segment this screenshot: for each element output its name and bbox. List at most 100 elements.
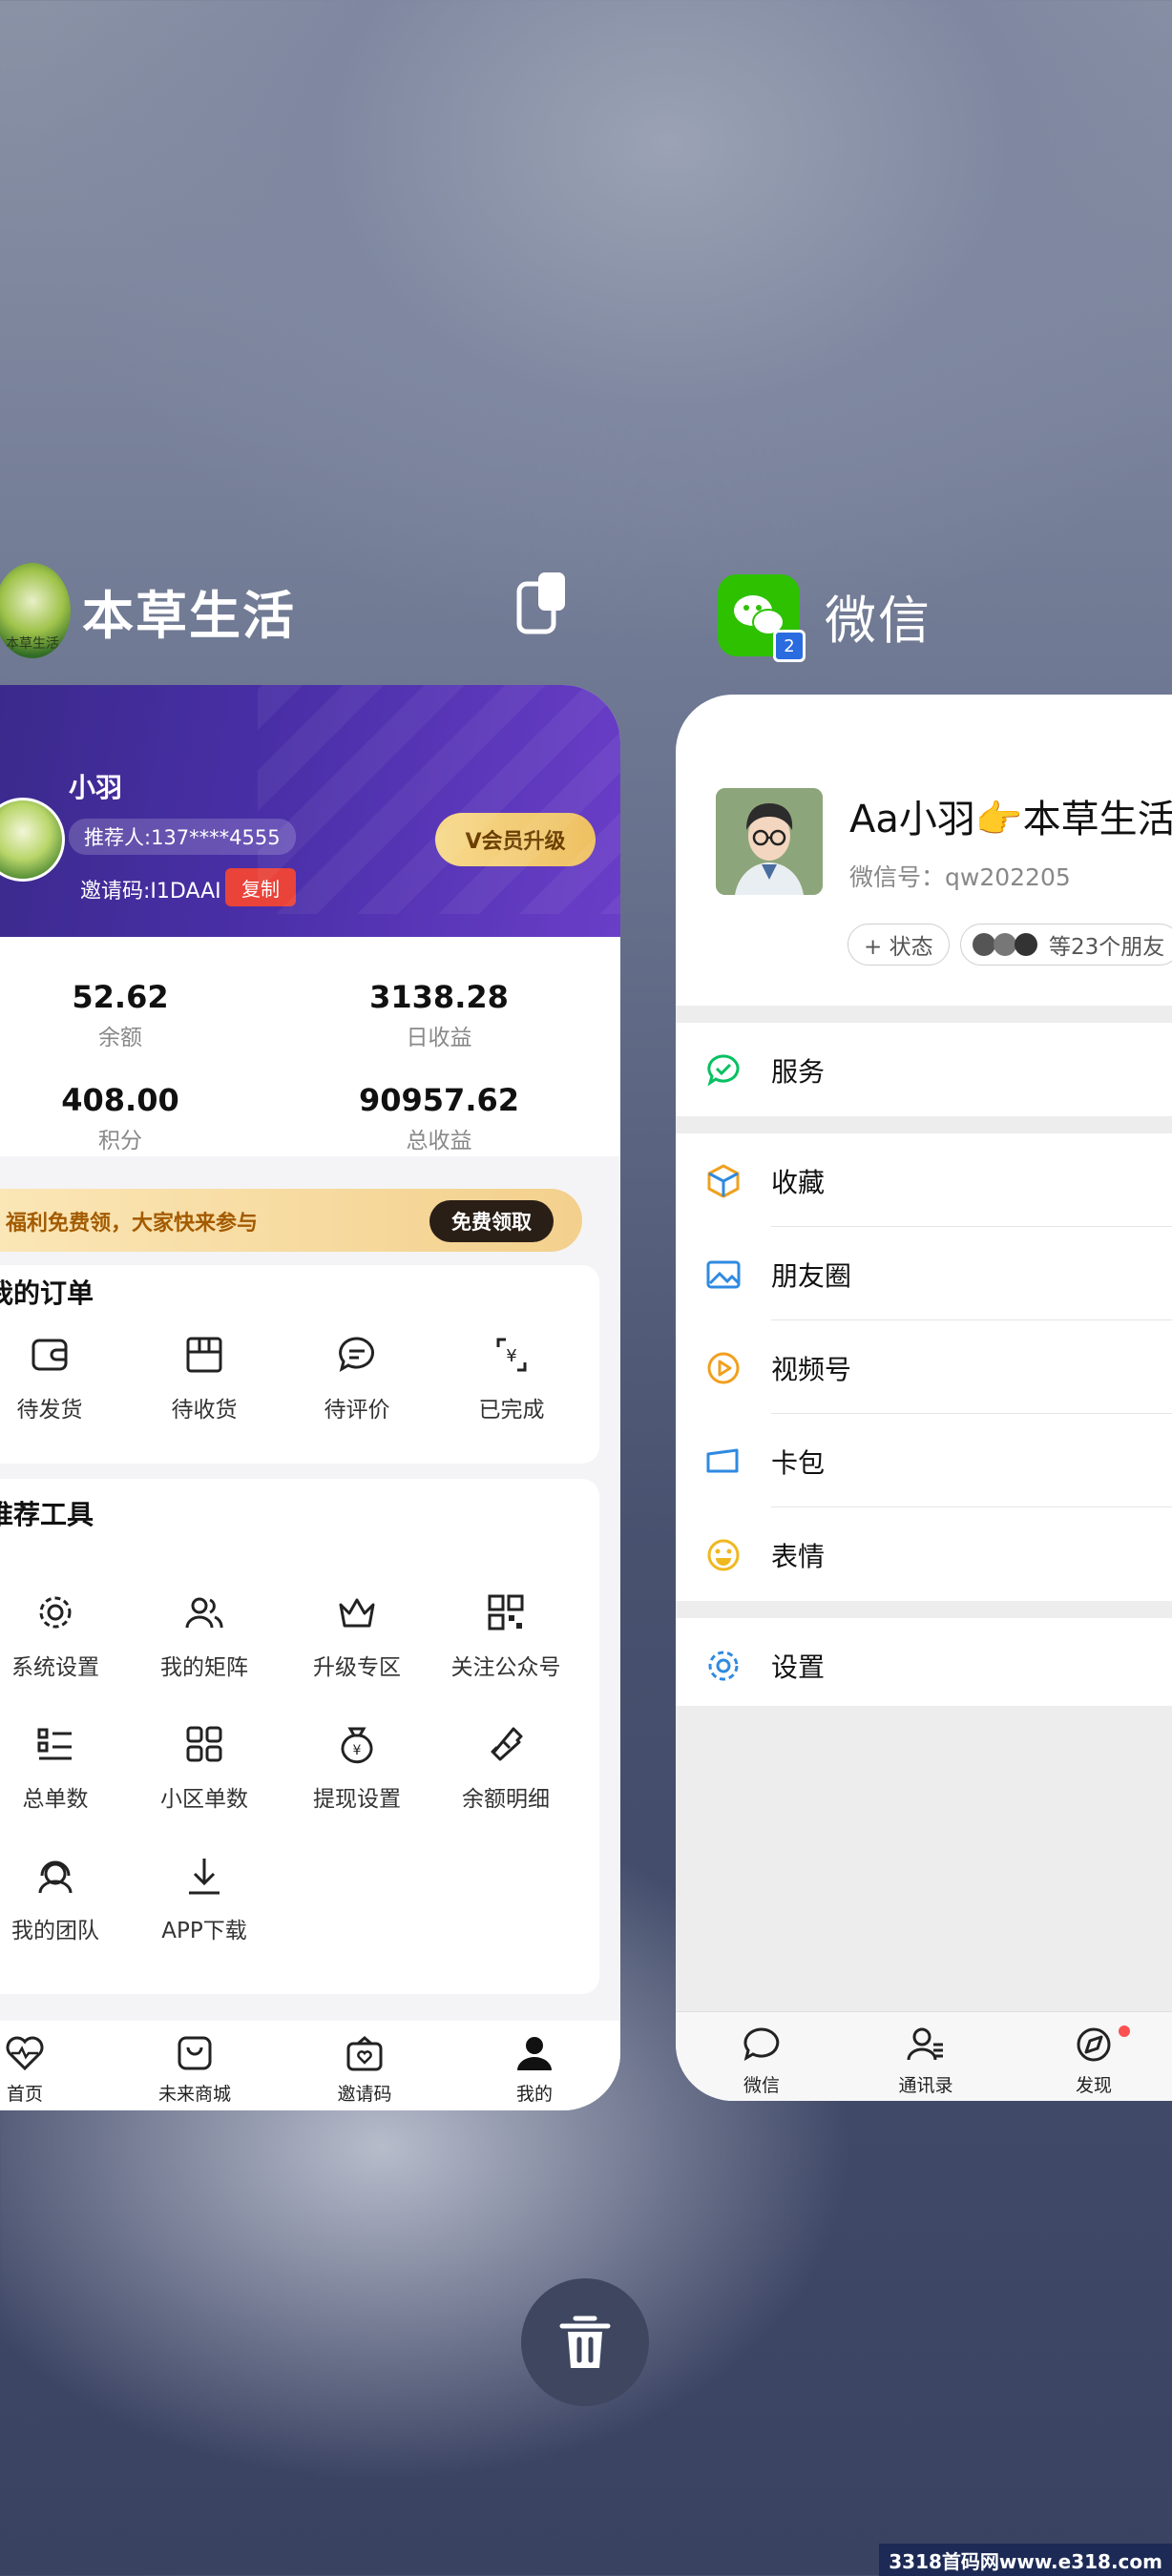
stat-balance[interactable]: 52.62 余额 [0,979,263,1051]
wechat-tabbar: 微信 通讯录 发现 [676,2011,1172,2101]
yuan-exchange-icon: ¥ [496,1338,527,1372]
gear-icon [39,1596,72,1629]
watermark: 3318首码网www.e318.com [879,2544,1172,2576]
crown-icon [339,1598,375,1628]
menu-channels[interactable]: 视频号 [676,1320,1172,1414]
tool-withdraw-settings[interactable]: ¥ 提现设置 [290,1723,424,1813]
menu-service[interactable]: 服务 [676,1023,1172,1116]
menu-moments[interactable]: 朋友圈 [676,1227,1172,1320]
wechat-app-name: 微信 [825,590,931,651]
friend-avatars-icon [973,933,1037,956]
wechat-logo: 2 [718,574,806,662]
package-icon [186,1337,222,1373]
gift-heart-icon [346,2036,383,2071]
cartoon-avatar-icon [716,788,823,895]
friends-chip[interactable]: 等23个朋友 [960,924,1172,966]
stat-total-income[interactable]: 90957.62 总收益 [296,1082,582,1154]
section-divider [676,1116,1172,1133]
ticket-icon [491,1727,523,1761]
wallet-icon [31,1339,68,1371]
tool-system-settings[interactable]: 系统设置 [0,1591,122,1681]
tab-chats[interactable]: 微信 [704,2025,819,2097]
status-chip[interactable]: + 状态 [848,924,950,966]
headset-icon [38,1860,73,1894]
menu-stickers[interactable]: 表情 [676,1507,1172,1601]
stat-daily-income[interactable]: 3138.28 日收益 [296,979,582,1051]
referrer-badge: 推荐人:137****4555 [69,819,296,855]
tool-my-matrix[interactable]: 我的矩阵 [137,1591,271,1681]
tab-home[interactable]: 首页 [0,2034,82,2106]
heartbeat-icon [6,2036,44,2071]
tab-discover[interactable]: 发现 [1036,2025,1151,2097]
vip-upgrade-button[interactable]: V会员升级 [435,813,596,866]
chat-bubble-icon [743,2027,780,2062]
play-icon [707,1352,740,1384]
service-icon [707,1054,740,1087]
wechat-app-header[interactable]: 2 微信 [718,574,931,662]
wechat-id: 微信号：qw202205 [849,863,1071,891]
invite-code: 邀请码:I1DAAI [80,880,221,904]
tool-district-orders[interactable]: 小区单数 [137,1723,271,1813]
person-icon [517,2037,552,2070]
menu-card-wallet[interactable]: 卡包 [676,1414,1172,1507]
avatar[interactable] [0,798,65,882]
tool-total-orders[interactable]: 总单数 [0,1723,122,1813]
bencao-app-card[interactable]: 小羽 推荐人:137****4555 邀请码:I1DAAI 复制 V会员升级 5… [0,685,620,2110]
list-icon [37,1728,72,1760]
tools-title: 推荐工具 [0,1499,94,1530]
tab-mall[interactable]: 未来商城 [137,2034,252,2106]
compass-icon [1077,2027,1111,2062]
gear-icon [708,1651,739,1681]
contacts-icon [907,2027,943,2061]
cube-icon [707,1164,740,1198]
section-divider [676,1601,1172,1618]
order-pending-receive[interactable]: 待收货 [137,1334,271,1423]
bencao-logo: 本草生活 [0,563,71,658]
menu-favorites[interactable]: 收藏 [676,1133,1172,1227]
download-icon [189,1859,220,1895]
users-icon [185,1597,223,1629]
svg-text:¥: ¥ [506,1346,516,1366]
tool-my-team[interactable]: 我的团队 [0,1855,122,1944]
empty-area [676,1706,1172,2011]
clear-all-button[interactable] [521,2278,649,2406]
wechat-app-card[interactable]: Aa小羽👉本草生活 微信号：qw202205 + 状态 等23个朋友 服务 收藏… [676,695,1172,2101]
stats-panel: 52.62 余额 3138.28 日收益 408.00 积分 90957.62 总收益 [0,937,620,1156]
bencao-tabbar: 首页 未来商城 邀请码 我的 [0,2021,620,2110]
copy-button[interactable]: 复制 [225,868,296,906]
wechat-avatar[interactable] [716,788,823,895]
tab-me[interactable]: 我的 [477,2034,592,2106]
tool-balance-detail[interactable]: 余额明细 [439,1723,573,1813]
promo-banner[interactable]: 福利免费领，大家快来参与 免费领取 [0,1189,582,1252]
shopping-bag-icon [178,2036,212,2070]
tab-contacts[interactable]: 通讯录 [869,2025,983,2097]
comment-icon [339,1337,374,1373]
tool-app-download[interactable]: APP下载 [137,1855,271,1944]
tool-upgrade-zone[interactable]: 升级专区 [290,1591,424,1681]
bencao-app-name: 本草生活 [82,585,296,646]
tools-panel: 推荐工具 系统设置 我的矩阵 升级专区 关注公众号 总单数 小区单数 ¥ 提现设… [0,1479,599,1994]
qr-grid-icon [488,1594,524,1631]
promo-claim-button[interactable]: 免费领取 [429,1200,554,1242]
order-pending-ship[interactable]: 待发货 [0,1334,116,1423]
tool-follow-official[interactable]: 关注公众号 [439,1591,573,1681]
trash-icon [559,2316,611,2368]
order-completed[interactable]: ¥ 已完成 [445,1334,578,1423]
money-bag-icon: ¥ [341,1727,373,1764]
card-icon [706,1448,739,1473]
bencao-app-header[interactable]: 本草生活 本草生活 [0,563,296,658]
menu-settings[interactable]: 设置 [676,1618,1172,1712]
stat-points[interactable]: 408.00 积分 [0,1082,263,1154]
dual-app-badge: 2 [773,630,806,662]
image-icon [706,1260,741,1289]
svg-text:¥: ¥ [353,1743,362,1758]
orders-title: 我的订单 [0,1278,94,1309]
notification-dot [1119,2025,1130,2037]
smile-icon [707,1539,740,1571]
tab-invite[interactable]: 邀请码 [307,2034,422,2106]
order-pending-review[interactable]: 待评价 [290,1334,424,1423]
orders-panel: 我的订单 待发货 待收货 待评价 ¥ 已完成 [0,1265,599,1464]
split-screen-icon[interactable] [515,571,569,635]
promo-text: 福利免费领，大家快来参与 [6,1212,259,1236]
username: 小羽 [69,772,123,803]
